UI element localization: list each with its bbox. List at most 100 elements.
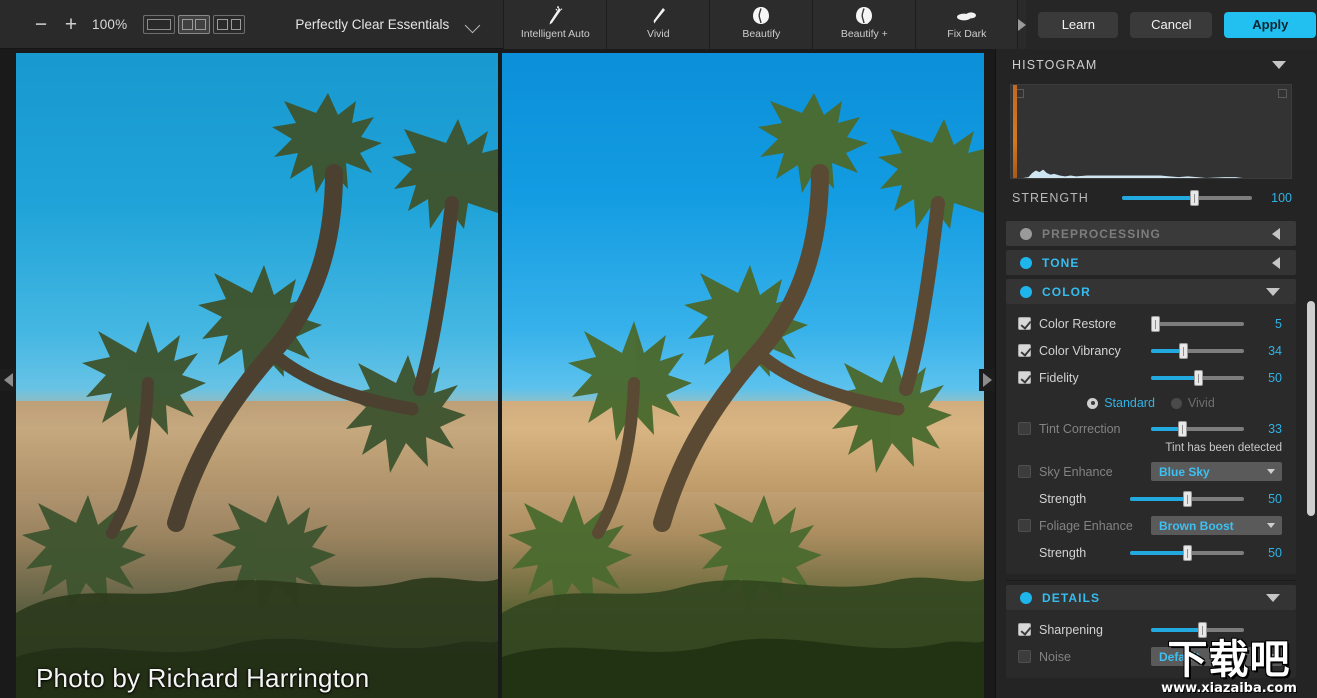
- zoom-in-icon[interactable]: +: [56, 10, 86, 40]
- toggle-dot-icon[interactable]: [1020, 256, 1032, 269]
- radio-dot-icon[interactable]: [1087, 397, 1099, 409]
- view-mode-group: [143, 15, 246, 34]
- histogram-header[interactable]: HISTOGRAM: [996, 49, 1306, 81]
- control-sky-enhance[interactable]: Sky Enhance Blue Sky: [1006, 458, 1296, 485]
- toggle-dot-icon[interactable]: [1020, 591, 1032, 604]
- slider-knob[interactable]: [1183, 544, 1192, 561]
- app-window: − + 100% Perfectly Clear Essentials Inte…: [0, 0, 1317, 698]
- toggle-dot-icon[interactable]: [1020, 227, 1032, 240]
- color-restore-checkbox[interactable]: [1018, 317, 1031, 330]
- control-tint-correction[interactable]: Tint Correction 33: [1006, 415, 1296, 442]
- canvas-next-arrow[interactable]: [979, 369, 995, 391]
- cancel-button[interactable]: Cancel: [1130, 11, 1213, 38]
- triangle-down-icon[interactable]: [1266, 287, 1280, 296]
- details-controls-group: Sharpening Noise Default: [1006, 610, 1296, 678]
- toggle-dot-icon[interactable]: [1020, 285, 1032, 298]
- color-restore-slider[interactable]: [1150, 315, 1244, 332]
- section-preprocessing[interactable]: PREPROCESSING: [1006, 221, 1296, 246]
- fidelity-checkbox[interactable]: [1018, 371, 1031, 384]
- slider-knob[interactable]: [1193, 369, 1203, 386]
- sky-strength-slider[interactable]: [1130, 490, 1244, 507]
- preset-selector[interactable]: Perfectly Clear Essentials: [273, 0, 503, 49]
- foliage-enhance-dropdown[interactable]: Brown Boost: [1151, 516, 1282, 535]
- control-foliage-strength[interactable]: Strength 50: [1006, 539, 1296, 566]
- slider-knob[interactable]: [1189, 190, 1199, 206]
- fidelity-slider[interactable]: [1151, 369, 1244, 386]
- tool-strip: Intelligent Auto Vivid Beautify Beautify…: [503, 0, 1019, 49]
- apply-button[interactable]: Apply: [1224, 11, 1317, 38]
- slider-knob[interactable]: [1150, 315, 1160, 332]
- tool-strip-scroll-right[interactable]: [1018, 0, 1027, 49]
- slider-fill: [1130, 496, 1187, 501]
- chevron-down-icon[interactable]: [465, 17, 481, 33]
- radio-standard[interactable]: Standard: [1087, 396, 1155, 410]
- control-label: Strength: [1039, 491, 1087, 506]
- panel-scrollbar[interactable]: [1307, 301, 1315, 516]
- caret-down-icon: [1267, 469, 1275, 474]
- triangle-down-icon[interactable]: [1272, 61, 1286, 69]
- tint-correction-slider[interactable]: [1151, 420, 1244, 437]
- zoom-out-icon[interactable]: −: [26, 10, 56, 40]
- section-color[interactable]: COLOR: [1006, 279, 1296, 304]
- control-value: 33: [1268, 421, 1282, 436]
- zoom-controls: − + 100%: [0, 0, 246, 49]
- view-mode-single[interactable]: [143, 15, 176, 34]
- tool-label: Vivid: [647, 28, 670, 40]
- top-toolbar: − + 100% Perfectly Clear Essentials Inte…: [0, 0, 1317, 49]
- canvas-prev-arrow[interactable]: [0, 369, 16, 391]
- histogram-highlight-clip-indicator[interactable]: [1278, 89, 1287, 98]
- slider-knob[interactable]: [1198, 621, 1208, 638]
- triangle-down-icon[interactable]: [1266, 593, 1280, 602]
- strength-label: STRENGTH: [1012, 191, 1089, 205]
- color-vibrancy-slider[interactable]: [1151, 342, 1244, 359]
- histogram-curve: [1023, 169, 1261, 178]
- strength-control[interactable]: STRENGTH 100: [996, 179, 1306, 217]
- control-fidelity[interactable]: Fidelity 50: [1006, 364, 1296, 391]
- learn-button[interactable]: Learn: [1038, 11, 1119, 38]
- sky-enhance-checkbox[interactable]: [1018, 465, 1031, 478]
- noise-dropdown[interactable]: Default: [1151, 647, 1282, 666]
- color-vibrancy-checkbox[interactable]: [1018, 344, 1031, 357]
- triangle-left-icon[interactable]: [1272, 256, 1280, 269]
- radio-dot-icon[interactable]: [1170, 397, 1182, 409]
- section-tone[interactable]: TONE: [1006, 250, 1296, 275]
- tint-correction-checkbox[interactable]: [1018, 422, 1031, 435]
- view-mode-side-by-side[interactable]: [213, 15, 246, 34]
- tool-beautify-plus[interactable]: Beautify +: [812, 0, 916, 49]
- control-label: Color Vibrancy: [1039, 343, 1121, 358]
- control-color-restore[interactable]: Color Restore 5: [1006, 310, 1296, 337]
- before-image-pane[interactable]: Photo by Richard Harrington: [16, 53, 498, 698]
- control-sky-strength[interactable]: Strength 50: [1006, 485, 1296, 512]
- foliage-strength-slider[interactable]: [1130, 544, 1244, 561]
- radio-vivid[interactable]: Vivid: [1170, 396, 1215, 410]
- noise-checkbox[interactable]: [1018, 650, 1031, 663]
- sharpening-slider[interactable]: [1151, 621, 1244, 638]
- tool-beautify[interactable]: Beautify: [709, 0, 813, 49]
- slider-knob[interactable]: [1178, 342, 1188, 359]
- control-value: 50: [1268, 545, 1282, 560]
- triangle-left-icon[interactable]: [1272, 227, 1280, 240]
- control-foliage-enhance[interactable]: Foliage Enhance Brown Boost: [1006, 512, 1296, 539]
- view-mode-split[interactable]: [178, 15, 211, 34]
- slider-fill: [1151, 627, 1203, 632]
- tool-vivid[interactable]: Vivid: [606, 0, 710, 49]
- triangle-left-icon: [3, 373, 13, 387]
- brush-icon: [646, 3, 670, 29]
- control-noise[interactable]: Noise Default: [1006, 643, 1296, 670]
- after-image-pane[interactable]: [502, 53, 984, 698]
- foliage-enhance-checkbox[interactable]: [1018, 519, 1031, 532]
- strength-slider[interactable]: [1122, 190, 1252, 206]
- tool-fix-dark[interactable]: Fix Dark: [915, 0, 1019, 49]
- image-canvas[interactable]: Photo by Richard Harrington: [0, 49, 995, 698]
- slider-knob[interactable]: [1183, 490, 1192, 507]
- slider-knob[interactable]: [1177, 420, 1187, 437]
- tool-label: Beautify: [742, 28, 781, 40]
- control-sharpening[interactable]: Sharpening: [1006, 616, 1296, 643]
- section-details[interactable]: DETAILS: [1006, 585, 1296, 610]
- control-color-vibrancy[interactable]: Color Vibrancy 34: [1006, 337, 1296, 364]
- slider-fill: [1151, 375, 1198, 380]
- sharpening-checkbox[interactable]: [1018, 623, 1031, 636]
- control-label: Tint Correction: [1039, 421, 1121, 436]
- sky-enhance-dropdown[interactable]: Blue Sky: [1151, 462, 1282, 481]
- tool-intelligent-auto[interactable]: Intelligent Auto: [503, 0, 607, 49]
